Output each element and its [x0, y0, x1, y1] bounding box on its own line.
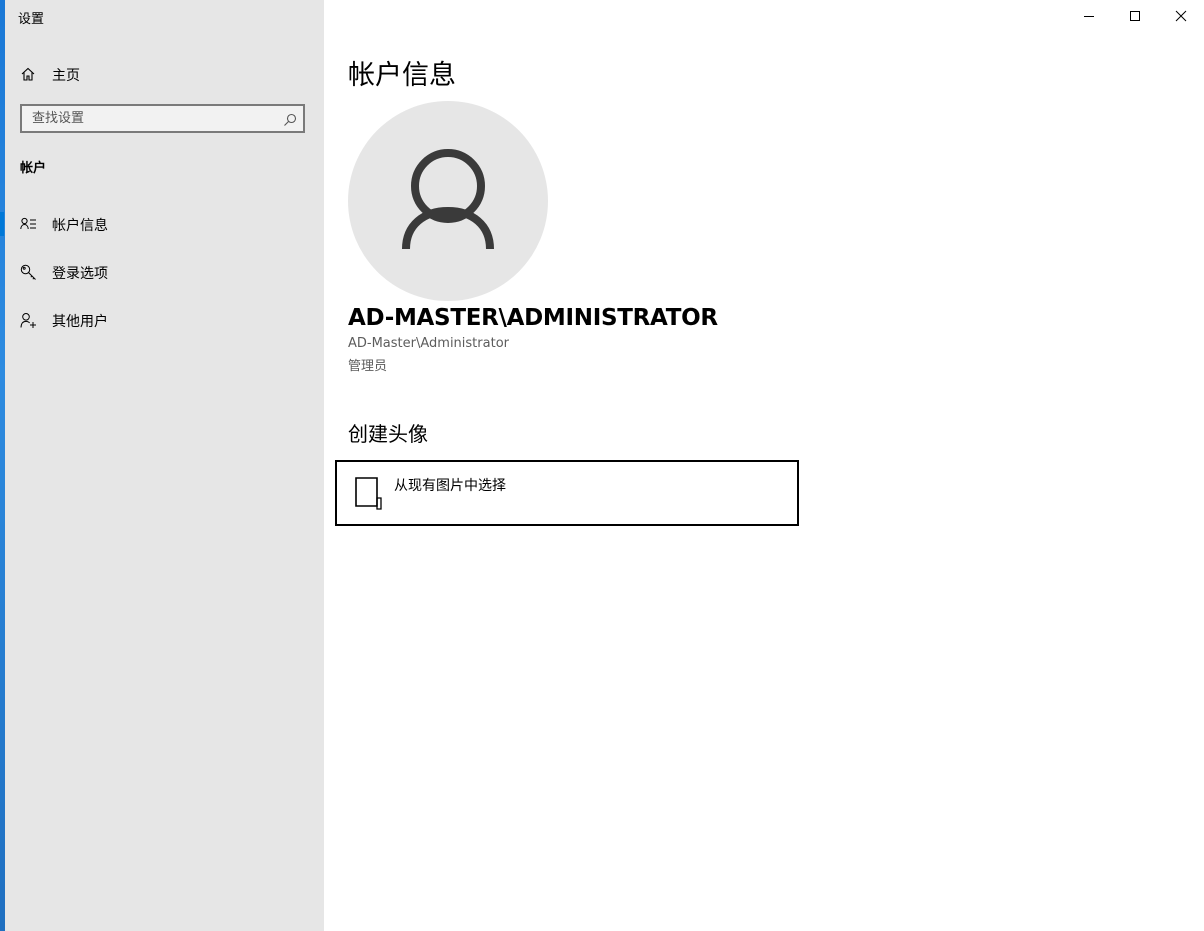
sidebar-item-home[interactable]: 主页 [5, 58, 324, 90]
account-info-icon [20, 216, 37, 233]
section-title: 帐户 [20, 161, 47, 176]
user-avatar-icon [402, 149, 494, 250]
search-input[interactable] [22, 106, 282, 131]
sidebar-item-home-label: 主页 [52, 68, 80, 84]
sidebar-item-label: 帐户信息 [52, 218, 108, 234]
page-title: 帐户信息 [348, 60, 456, 91]
sidebar-item-sign-in-options[interactable]: 登录选项 [5, 254, 324, 290]
add-person-icon [20, 312, 37, 329]
key-icon [20, 264, 37, 281]
maximize-icon [1130, 11, 1140, 21]
user-role: 管理员 [348, 359, 388, 374]
minimize-button[interactable] [1066, 0, 1112, 32]
close-icon [1175, 10, 1187, 22]
sidebar-item-account-info[interactable]: 帐户信息 [0, 206, 324, 242]
home-icon [20, 66, 36, 82]
active-indicator [0, 212, 4, 236]
sidebar-item-other-users[interactable]: 其他用户 [5, 302, 324, 338]
browse-picture-label: 从现有图片中选择 [394, 478, 506, 494]
create-avatar-heading: 创建头像 [348, 422, 428, 446]
sidebar-item-label: 登录选项 [52, 266, 108, 282]
browse-picture-button[interactable]: 从现有图片中选择 [335, 460, 799, 526]
user-account: AD-Master\Administrator [348, 336, 509, 351]
user-display-name: AD-MASTER\ADMINISTRATOR [348, 305, 718, 331]
image-file-icon [354, 476, 382, 514]
maximize-button[interactable] [1112, 0, 1158, 32]
minimize-icon [1084, 16, 1094, 17]
window-title: 设置 [18, 12, 45, 27]
search-box[interactable] [20, 104, 305, 133]
search-icon[interactable] [283, 112, 297, 126]
sidebar: 设置 主页 帐户 帐户信息 [0, 0, 324, 931]
avatar [348, 101, 548, 301]
sidebar-item-label: 其他用户 [52, 314, 108, 330]
close-button[interactable] [1158, 0, 1204, 32]
